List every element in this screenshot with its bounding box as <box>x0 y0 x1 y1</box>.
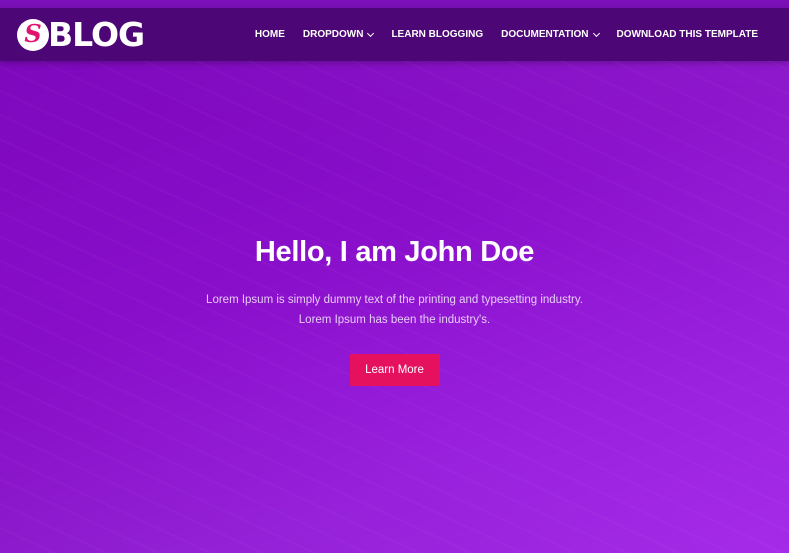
hero-section: Hello, I am John Doe Lorem Ipsum is simp… <box>0 230 789 386</box>
nav-item-documentation[interactable]: DOCUMENTATION <box>492 29 607 40</box>
hero-description: Lorem Ipsum is simply dummy text of the … <box>206 294 583 326</box>
nav-item-learn-blogging[interactable]: LEARN BLOGGING <box>382 29 492 40</box>
nav-item-label: DROPDOWN <box>302 29 364 40</box>
nav-item-label: LEARN BLOGGING <box>391 29 484 40</box>
nav-item-label: DOWNLOAD THIS TEMPLATE <box>616 29 758 40</box>
site-logo[interactable]: S BLOG <box>17 15 145 54</box>
logo-text: BLOG <box>48 15 145 54</box>
site-header: S BLOG HOME DROPDOWN LEARN BLOGGING DOCU… <box>0 8 789 61</box>
chevron-down-icon <box>592 29 600 37</box>
learn-more-button[interactable]: Learn More <box>349 354 440 386</box>
nav-item-dropdown[interactable]: DROPDOWN <box>294 29 383 40</box>
nav-item-home[interactable]: HOME <box>246 29 294 40</box>
top-strip <box>0 0 789 8</box>
page: S BLOG HOME DROPDOWN LEARN BLOGGING DOCU… <box>0 0 789 553</box>
nav-item-label: HOME <box>254 29 285 40</box>
logo-letter: S <box>24 18 42 48</box>
hero-title: Hello, I am John Doe <box>254 236 535 268</box>
nav-item-download-template[interactable]: DOWNLOAD THIS TEMPLATE <box>608 29 767 40</box>
logo-s-icon: S <box>17 18 49 51</box>
main-nav: HOME DROPDOWN LEARN BLOGGING DOCUMENTATI… <box>246 29 767 40</box>
nav-item-label: DOCUMENTATION <box>501 29 589 40</box>
chevron-down-icon <box>367 29 375 37</box>
